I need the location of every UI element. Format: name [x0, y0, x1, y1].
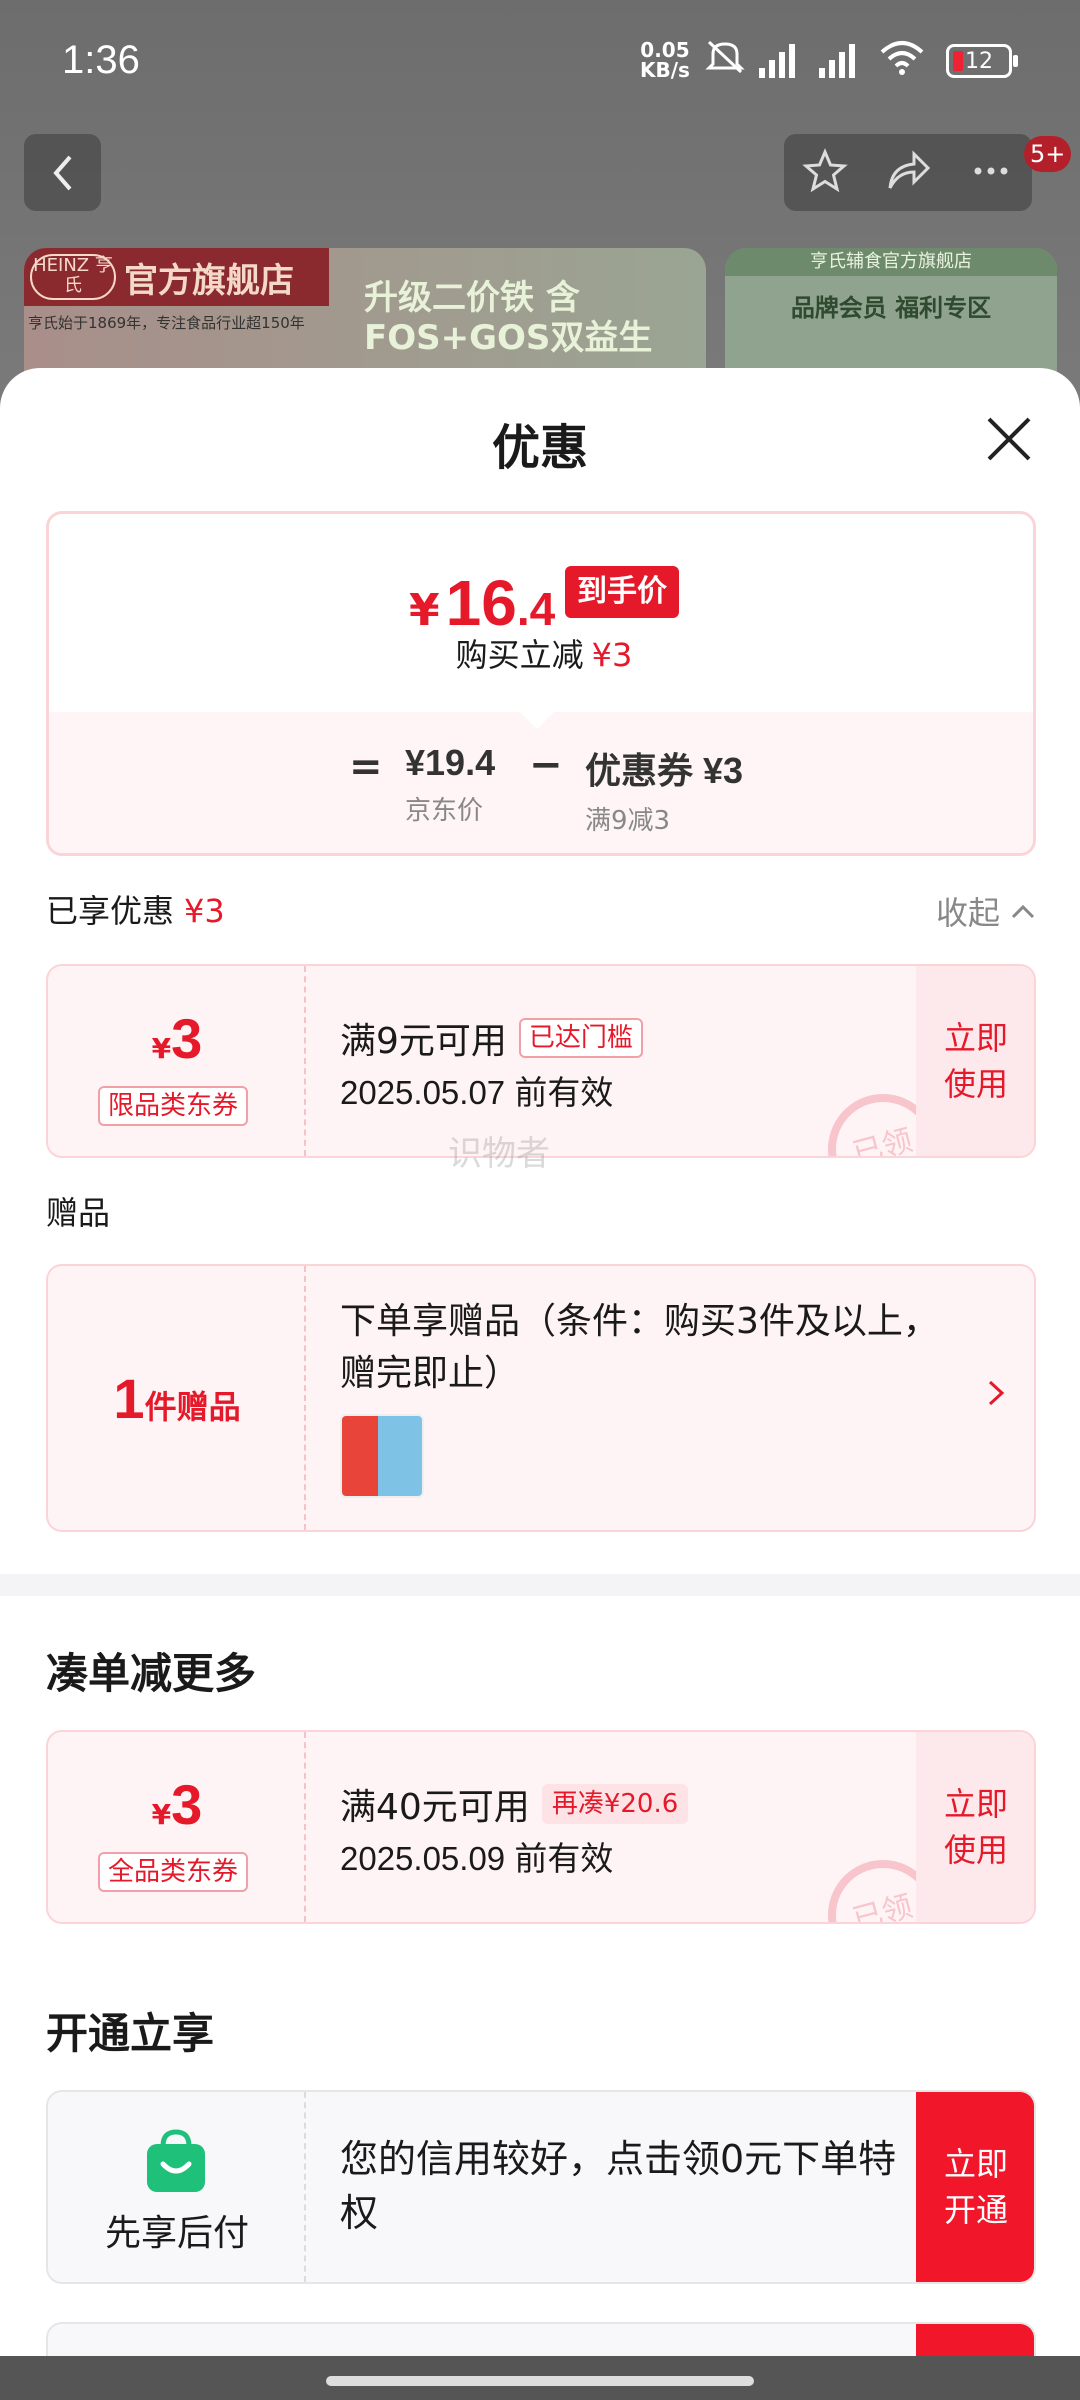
threshold-tag: 已达门槛 [518, 1018, 643, 1058]
chevron-left-icon [52, 155, 72, 190]
section-divider [0, 1574, 1080, 1596]
pay-later-description: 您的信用较好，点击领0元下单特权 [340, 2137, 897, 2235]
gift-section-label: 赠品 [46, 1194, 111, 1232]
applied-discount-label: 已享优惠 ¥3 [46, 892, 225, 930]
status-time: 1:36 [62, 38, 140, 82]
minus-sign: − [529, 742, 563, 788]
coupon-amount: ¥3 [151, 1007, 203, 1070]
sheet-title: 优惠 [491, 420, 588, 476]
network-speed: 0.05 KB/s [640, 38, 690, 82]
watermark: 识物者 [448, 1134, 550, 1174]
more-button[interactable] [968, 148, 1014, 198]
notification-badge: 5+ [1024, 136, 1072, 172]
price-tag: 到手价 [565, 566, 679, 618]
mute-icon [705, 38, 745, 80]
coupon-type: 限品类东券 [98, 1086, 249, 1126]
close-button[interactable] [984, 414, 1034, 464]
since-text: 亨氏始于1869年，专注食品行业超150年 [28, 314, 305, 332]
coupon-expiry: 2025.05.07 前有效 [340, 1074, 614, 1111]
gift-card[interactable]: 1件赠品 下单享赠品（条件：购买3件及以上，赠完即止） [46, 1264, 1036, 1532]
remaining-amount-tag: 再凑¥20.6 [541, 1784, 689, 1824]
signal-icon [819, 40, 865, 78]
background-page: 1:36 0.05 KB/s 12 5+ 官方旗舰店 HEINZ 亨氏 亨氏始于… [0, 0, 1080, 408]
star-icon [802, 147, 848, 192]
use-now-button[interactable]: 立即 使用 [916, 966, 1034, 1156]
gift-thumbnail [340, 1414, 424, 1498]
coupon-deduction: 优惠券 ¥3 满9减3 [585, 750, 744, 836]
more-savings-title: 凑单减更多 [46, 1649, 257, 1698]
status-bar: 1:36 0.05 KB/s 12 [0, 0, 1080, 125]
chevron-up-icon [1011, 904, 1035, 919]
close-icon [987, 417, 1031, 461]
battery-icon: 12 [946, 44, 1018, 78]
equals-sign: = [349, 744, 383, 790]
share-button[interactable] [884, 148, 932, 198]
coupon-expiry: 2025.05.09 前有效 [340, 1840, 614, 1877]
discount-sheet: 优惠 ¥ 16 .4 到手价 购买立减 ¥3 = ¥19.4 京东价 − 优惠券 … [0, 368, 1080, 2400]
pay-later-name: 先享后付 [104, 2213, 249, 2254]
coupon-amount: ¥3 [151, 1773, 203, 1836]
collapse-button[interactable]: 收起 [936, 888, 1036, 934]
coupon-card: ¥3 全品类东券 满40元可用 再凑¥20.6 2025.05.09 前有效 已… [46, 1730, 1036, 1924]
pay-later-card: 先享后付 您的信用较好，点击领0元下单特权 立即 开通 [46, 2090, 1036, 2284]
brand-logo: HEINZ 亨氏 [30, 254, 116, 300]
final-price-card: ¥ 16 .4 到手价 购买立减 ¥3 = ¥19.4 京东价 − 优惠券 ¥3 … [46, 511, 1036, 856]
home-indicator[interactable] [326, 2376, 754, 2386]
chevron-right-icon [988, 1380, 1005, 1406]
store-name: 亨氏辅食官方旗舰店 [725, 248, 1057, 276]
more-icon [974, 167, 1008, 174]
activate-button[interactable]: 立即 开通 [916, 2092, 1034, 2282]
gift-count: 1件赠品 [113, 1367, 241, 1430]
status-icons [705, 38, 925, 80]
top-actions [784, 134, 1032, 211]
signal-icon [759, 40, 805, 78]
use-now-button[interactable]: 立即 使用 [916, 1732, 1034, 1922]
coupon-condition: 满40元可用 再凑¥20.6 [340, 1778, 689, 1830]
member-headline: 品牌会员 福利专区 [790, 294, 992, 322]
open-benefits-title: 开通立享 [46, 2009, 215, 2058]
back-button[interactable] [24, 134, 101, 211]
gesture-bar [0, 2356, 1080, 2400]
shopping-bag-icon [143, 2128, 209, 2194]
share-icon [888, 149, 931, 189]
final-price: ¥ 16 .4 [409, 567, 556, 639]
wifi-icon [879, 38, 925, 80]
favorite-button[interactable] [802, 147, 848, 198]
price-formula: = ¥19.4 京东价 − 优惠券 ¥3 满9减3 [49, 742, 1033, 836]
buy-reduce: 购买立减 ¥3 [455, 636, 633, 674]
coupon-condition: 满9元可用 已达门槛 [340, 1012, 643, 1064]
coupon-type: 全品类东券 [98, 1852, 249, 1892]
slogan: 升级二价铁 含FOS+GOS双益生 [364, 278, 653, 358]
jd-price: ¥19.4 京东价 [405, 742, 496, 826]
gift-description: 下单享赠品（条件：购买3件及以上，赠完即止） [340, 1301, 939, 1394]
